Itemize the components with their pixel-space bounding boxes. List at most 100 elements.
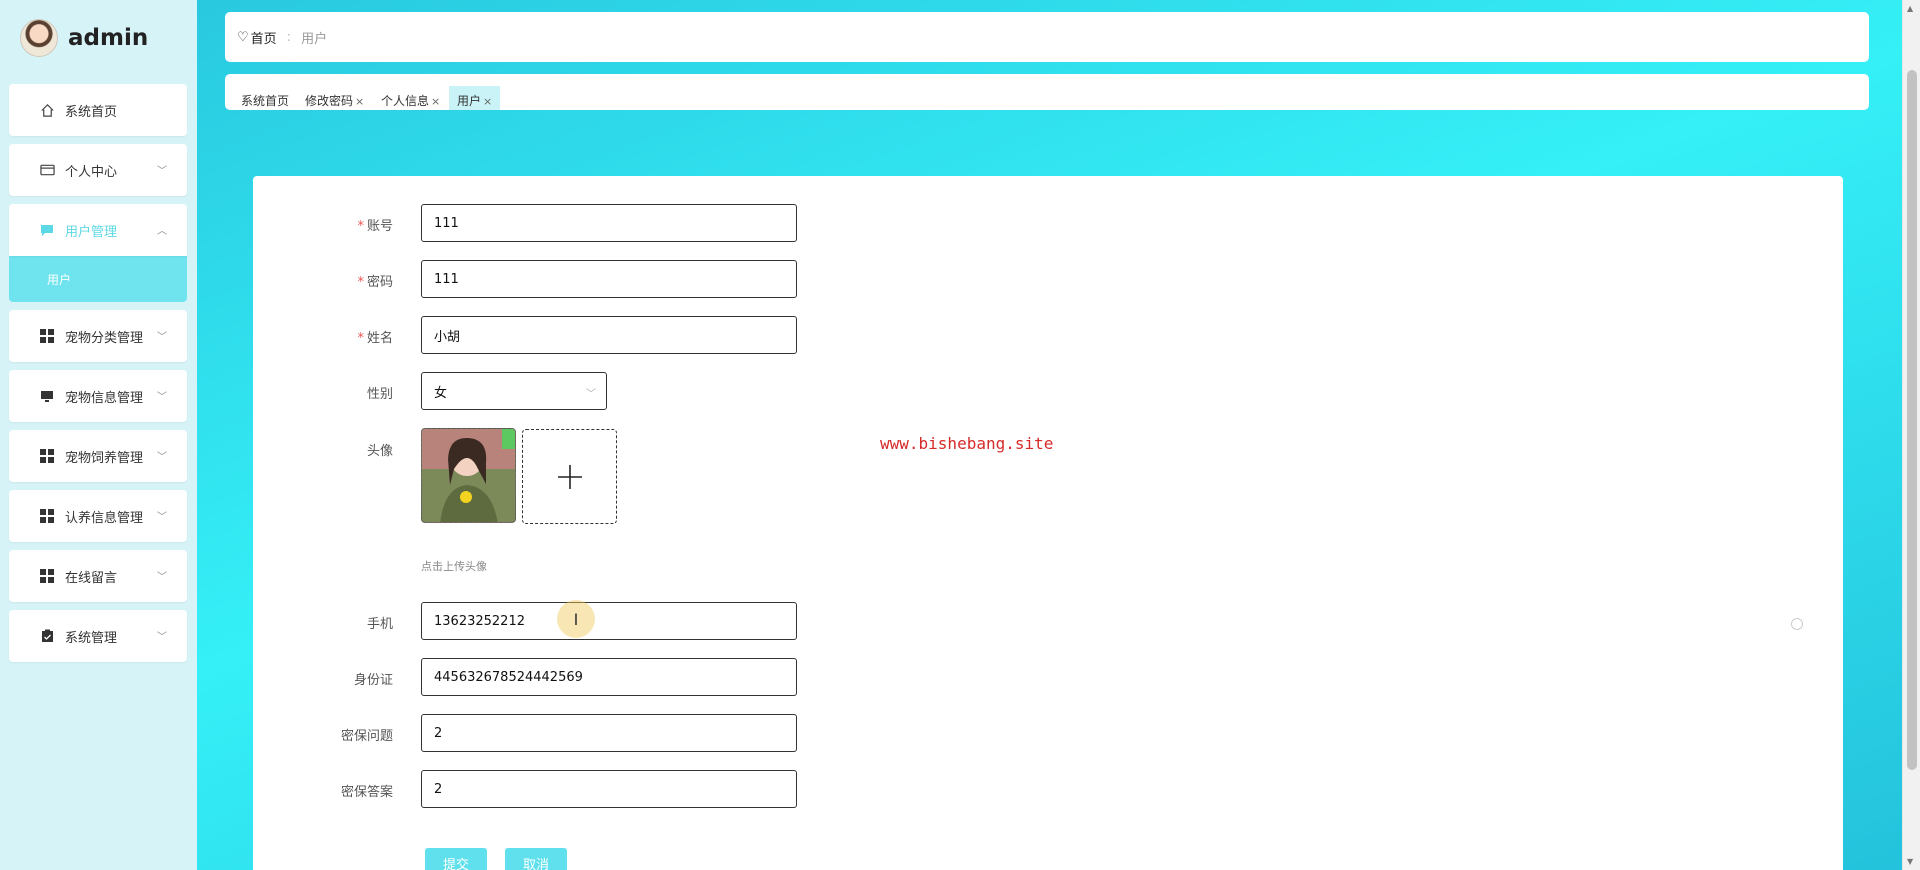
account-label-text: 账号 <box>366 219 393 234</box>
brand-name: admin <box>68 25 149 51</box>
sidebar: admin 系统首页 个人中心 ﹀ 用户管理 ︿ 用户 宠物分类管理 ﹀ 宠物信… <box>0 0 197 870</box>
sidebar-menu: 系统首页 个人中心 ﹀ 用户管理 ︿ 用户 宠物分类管理 ﹀ 宠物信息管理 ﹀ … <box>9 84 187 670</box>
avatar-label: 头像 <box>366 444 393 459</box>
clipboard-icon <box>39 628 55 644</box>
cancel-button[interactable]: 取消 <box>505 848 568 870</box>
sidebar-item-pet-feeding[interactable]: 宠物饲养管理 ﹀ <box>9 430 187 482</box>
chevron-down-icon: ﹀ <box>586 389 596 400</box>
tabs-bar: 系统首页 修改密码 × 个人信息 × 用户 × <box>225 74 1869 110</box>
grid-icon <box>39 508 55 524</box>
name-label: * 姓名 <box>253 327 393 346</box>
required-mark: * <box>357 219 364 234</box>
close-icon[interactable]: × <box>355 95 364 108</box>
name-field[interactable]: 小胡 <box>421 316 797 354</box>
scroll-down-icon[interactable]: ▼ <box>1907 857 1913 866</box>
grid-icon <box>39 328 55 344</box>
sidebar-item-label: 在线留言 <box>65 570 118 586</box>
brand: admin <box>20 16 148 60</box>
close-icon[interactable]: × <box>431 95 440 108</box>
plus-icon <box>557 464 582 489</box>
sidebar-item-system-management[interactable]: 系统管理 ﹀ <box>9 610 187 662</box>
home-icon <box>39 102 55 118</box>
sidebar-item-adoption-info[interactable]: 认养信息管理 ﹀ <box>9 490 187 542</box>
sidebar-item-label: 宠物饲养管理 <box>65 450 144 466</box>
upload-avatar-button[interactable] <box>522 429 617 524</box>
scrollbar-thumb[interactable] <box>1907 70 1917 770</box>
sidebar-item-label: 宠物分类管理 <box>65 330 144 346</box>
heart-icon: ♡ <box>237 29 249 45</box>
tab-label: 用户 <box>457 94 482 108</box>
text-cursor-icon: I <box>557 600 595 638</box>
scroll-up-icon[interactable]: ▲ <box>1907 4 1913 13</box>
watermark-text: www.bishebang.site <box>880 434 1054 453</box>
account-field[interactable]: 111 <box>421 204 797 242</box>
chevron-down-icon: ﹀ <box>157 332 167 343</box>
tab-personal-info[interactable]: 个人信息 × <box>373 86 448 110</box>
id-card-field[interactable]: 445632678524442569 <box>421 658 797 696</box>
security-answer-field[interactable]: 2 <box>421 770 797 808</box>
tab-users[interactable]: 用户 × <box>449 86 501 110</box>
grid-icon <box>39 448 55 464</box>
chat-icon <box>39 222 55 238</box>
page-scrollbar[interactable]: ▲ ▼ <box>1902 0 1920 870</box>
monitor-icon <box>39 388 55 404</box>
admin-avatar <box>20 19 58 57</box>
sidebar-item-profile-center[interactable]: 个人中心 ﹀ <box>9 144 187 196</box>
breadcrumb-separator: : <box>286 29 292 45</box>
close-icon[interactable]: × <box>483 95 492 108</box>
settings-dot-icon[interactable] <box>1791 618 1803 630</box>
gender-select[interactable]: 女 ﹀ <box>421 372 607 410</box>
tab-label: 个人信息 <box>381 94 430 108</box>
sidebar-item-pet-info[interactable]: 宠物信息管理 ﹀ <box>9 370 187 422</box>
sidebar-item-label: 认养信息管理 <box>65 510 144 526</box>
sidebar-item-label: 宠物信息管理 <box>65 390 144 406</box>
sidebar-item-home[interactable]: 系统首页 <box>9 84 187 136</box>
avatar-hint: 点击上传头像 <box>421 560 487 573</box>
avatar-image[interactable] <box>421 428 516 523</box>
chevron-down-icon: ﹀ <box>157 392 167 403</box>
chevron-up-icon: ︿ <box>157 226 167 237</box>
tab-home[interactable]: 系统首页 <box>233 86 297 110</box>
tab-change-password[interactable]: 修改密码 × <box>297 86 372 110</box>
sidebar-subitem-users[interactable]: 用户 <box>9 256 187 302</box>
password-label: * 密码 <box>253 271 393 290</box>
breadcrumb: ♡ 首页 : 用户 <box>225 12 1869 62</box>
id-card-label: 身份证 <box>353 673 393 688</box>
tab-label: 修改密码 <box>305 94 354 108</box>
user-form-panel: * 账号 111 * 密码 111 * 姓名 小胡 性别 女 ﹀ 头像 点击上传… <box>253 176 1843 870</box>
sidebar-item-label: 系统管理 <box>65 630 118 646</box>
sidebar-item-label: 用户管理 <box>65 224 118 240</box>
chevron-down-icon: ﹀ <box>157 166 167 177</box>
sidebar-subitem-label: 用户 <box>47 272 72 287</box>
security-question-label: 密保问题 <box>340 729 393 744</box>
password-field[interactable]: 111 <box>421 260 797 298</box>
chevron-down-icon: ﹀ <box>157 632 167 643</box>
sidebar-item-label: 系统首页 <box>65 104 118 120</box>
security-answer-label: 密保答案 <box>340 785 393 800</box>
breadcrumb-current: 用户 <box>301 31 328 47</box>
breadcrumb-home-label: 首页 <box>250 31 277 47</box>
sidebar-item-user-management[interactable]: 用户管理 ︿ <box>9 204 187 256</box>
sidebar-item-online-message[interactable]: 在线留言 ﹀ <box>9 550 187 602</box>
gender-label: 性别 <box>366 387 393 402</box>
chevron-down-icon: ﹀ <box>157 572 167 583</box>
chevron-down-icon: ﹀ <box>157 452 167 463</box>
gender-select-value: 女 <box>434 385 448 401</box>
password-label-text: 密码 <box>366 275 393 290</box>
tab-label: 系统首页 <box>241 94 290 108</box>
breadcrumb-home[interactable]: ♡ 首页 <box>237 28 277 47</box>
submit-button[interactable]: 提交 <box>425 848 488 870</box>
phone-label: 手机 <box>366 617 393 632</box>
required-mark: * <box>357 275 364 290</box>
security-question-field[interactable]: 2 <box>421 714 797 752</box>
wallet-icon <box>39 162 55 178</box>
sidebar-item-pet-category[interactable]: 宠物分类管理 ﹀ <box>9 310 187 362</box>
required-mark: * <box>357 331 364 346</box>
main-area: ♡ 首页 : 用户 系统首页 修改密码 × 个人信息 × 用户 × * 账号 111 *… <box>197 0 1902 870</box>
phone-field[interactable]: 13623252212 <box>421 602 797 640</box>
grid-icon <box>39 568 55 584</box>
chevron-down-icon: ﹀ <box>157 512 167 523</box>
sidebar-item-label: 个人中心 <box>65 164 118 180</box>
name-label-text: 姓名 <box>366 331 393 346</box>
account-label: * 账号 <box>253 215 393 234</box>
